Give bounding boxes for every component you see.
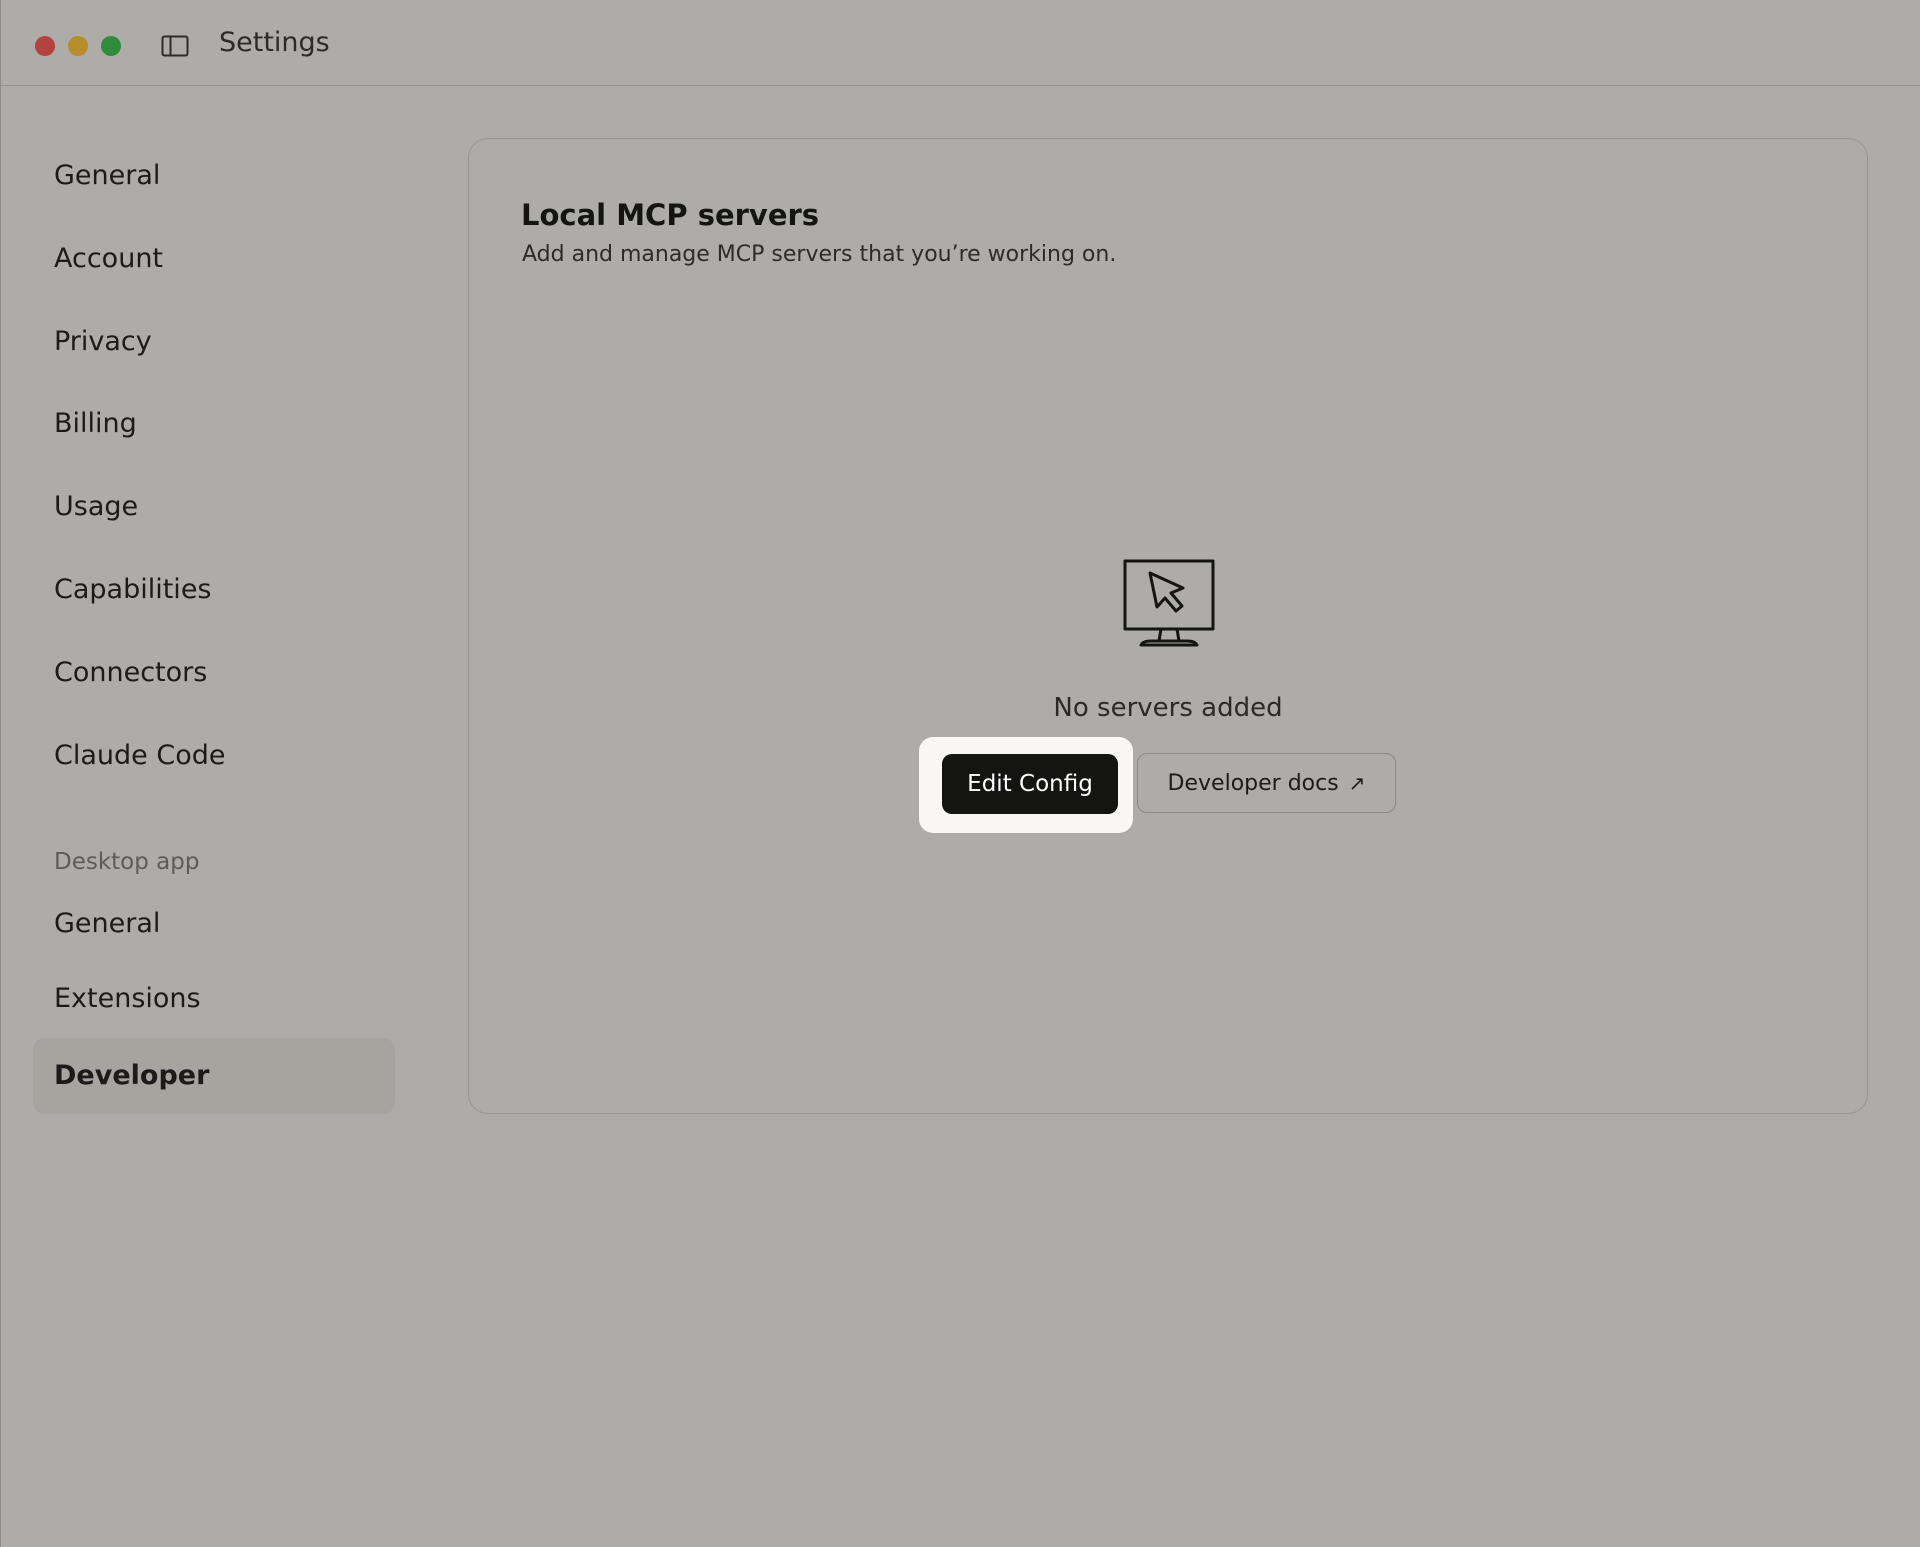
sidebar-item-billing[interactable]: Billing: [33, 386, 395, 462]
monitor-cursor-icon: [1123, 559, 1215, 647]
sidebar-item-general[interactable]: General: [33, 138, 395, 214]
sidebar-item-account[interactable]: Account: [33, 221, 395, 297]
settings-window: Settings General Account Privacy Billing…: [0, 0, 1920, 1547]
sidebar-item-capabilities[interactable]: Capabilities: [33, 552, 395, 628]
panel-title: Local MCP servers: [521, 198, 820, 232]
sidebar-item-usage[interactable]: Usage: [33, 469, 395, 545]
minimize-window-button[interactable]: [68, 36, 88, 56]
arrow-up-right-icon: ↗: [1348, 771, 1366, 795]
developer-docs-label: Developer docs: [1167, 771, 1339, 796]
sidebar-item-developer[interactable]: Developer: [33, 1038, 395, 1114]
sidebar-item-extensions[interactable]: Extensions: [33, 961, 395, 1037]
sidebar-item-claude-code[interactable]: Claude Code: [33, 718, 395, 794]
sidebar-item-desktop-general[interactable]: General: [33, 886, 395, 962]
window-title: Settings: [219, 27, 330, 58]
title-bar: Settings: [1, 0, 1920, 86]
sidebar-section-heading: Desktop app: [54, 849, 200, 875]
empty-state-text: No servers added: [1053, 693, 1283, 723]
local-mcp-servers-panel: Local MCP servers Add and manage MCP ser…: [468, 138, 1868, 1114]
developer-docs-button[interactable]: Developer docs ↗: [1137, 753, 1396, 813]
sidebar-toggle-icon[interactable]: [161, 35, 189, 57]
sidebar-item-connectors[interactable]: Connectors: [33, 635, 395, 711]
close-window-button[interactable]: [35, 36, 55, 56]
maximize-window-button[interactable]: [101, 36, 121, 56]
panel-subtitle: Add and manage MCP servers that you’re w…: [522, 242, 1117, 267]
sidebar-item-privacy[interactable]: Privacy: [33, 304, 395, 380]
edit-config-button[interactable]: Edit Config: [942, 754, 1118, 814]
